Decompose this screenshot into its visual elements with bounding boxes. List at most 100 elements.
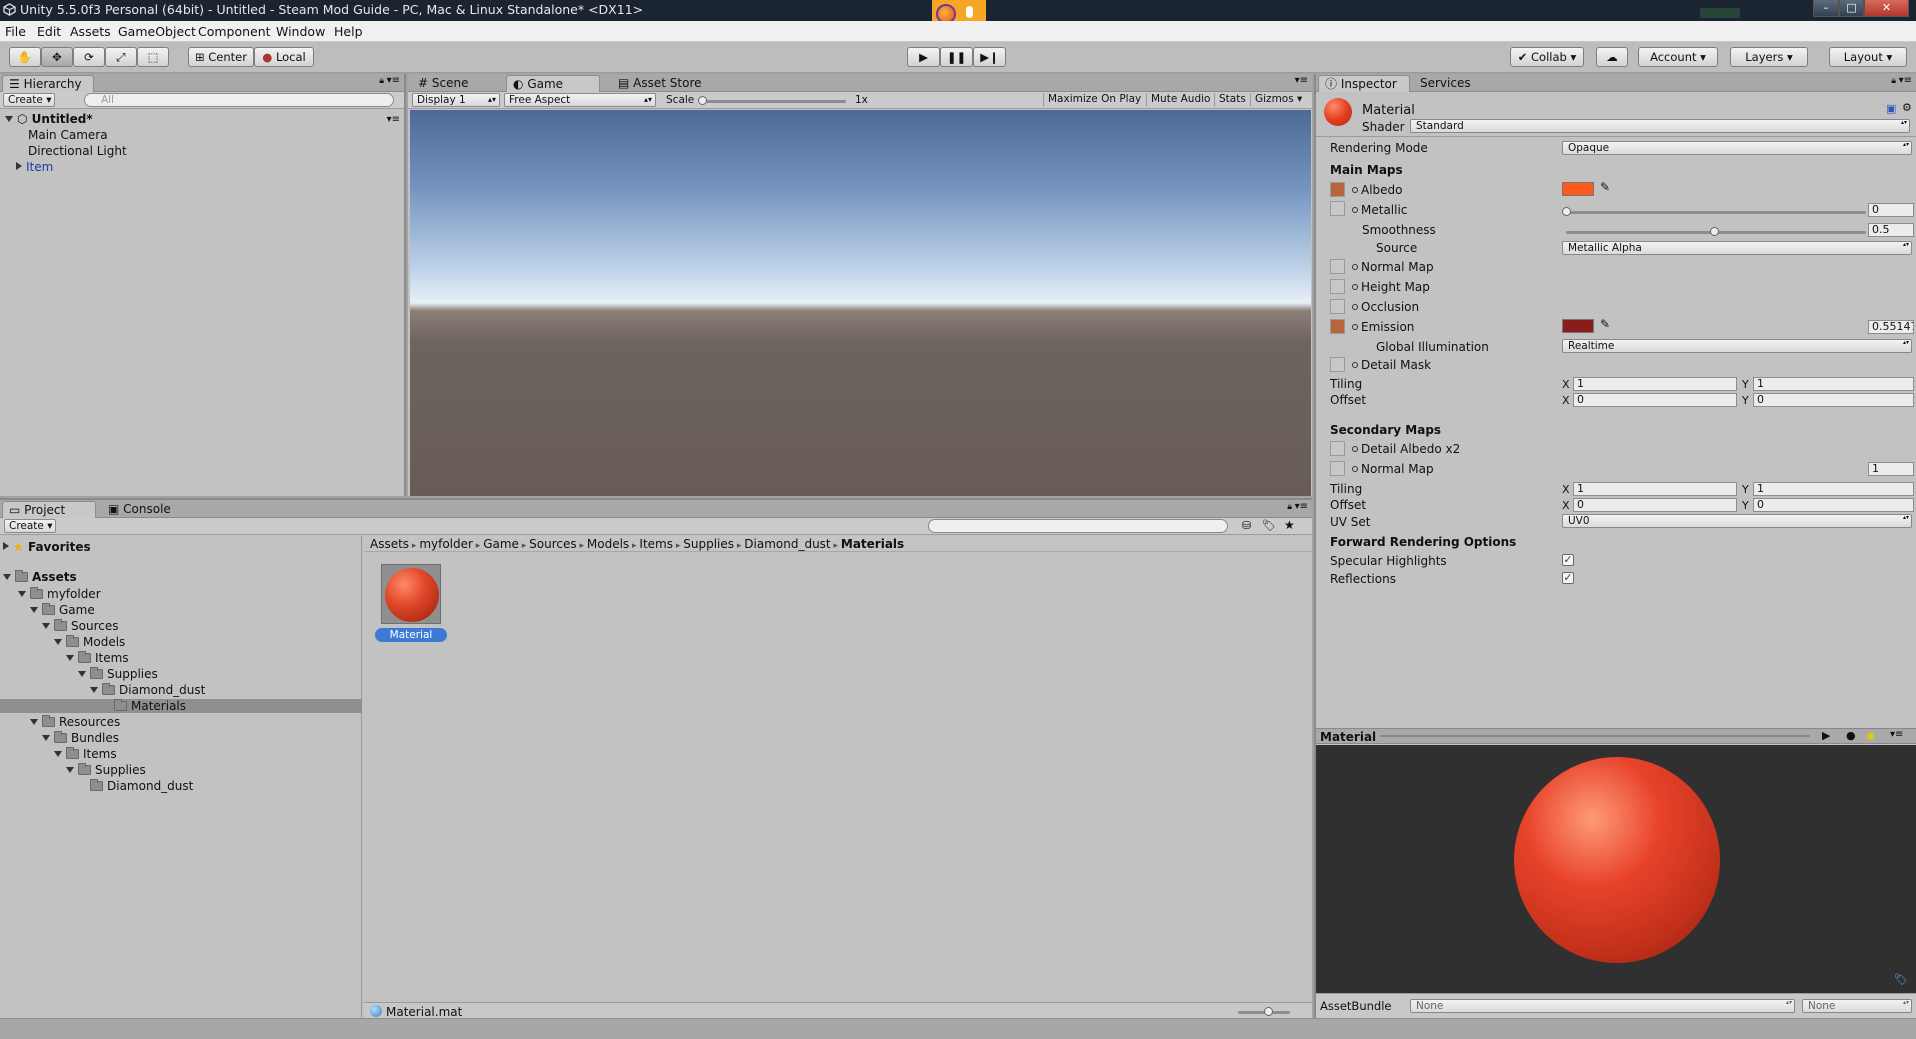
project-search-input[interactable] — [928, 519, 1228, 533]
global-illumination-dropdown[interactable]: Realtime — [1562, 339, 1912, 353]
collapse-icon[interactable] — [5, 116, 13, 122]
source-dropdown[interactable]: Metallic Alpha — [1562, 241, 1912, 255]
hierarchy-search-input[interactable]: All — [84, 93, 394, 107]
stats-toggle[interactable]: Stats — [1214, 93, 1250, 107]
project-create-dropdown[interactable]: Create ▾ — [4, 519, 56, 533]
secondary-normal-scale-field[interactable]: 1 — [1868, 462, 1914, 476]
metallic-texture-slot[interactable] — [1330, 201, 1345, 216]
lock-icon[interactable]: 🔒︎ — [1287, 502, 1292, 512]
object-picker-icon[interactable] — [1352, 362, 1358, 368]
tab-scene[interactable]: # Scene — [412, 75, 502, 92]
expand-icon[interactable] — [3, 542, 9, 550]
maximize-on-play-toggle[interactable]: Maximize On Play — [1043, 93, 1155, 107]
panel-menu-icon[interactable]: ▾≡ — [1295, 75, 1308, 86]
breadcrumb-item[interactable]: Supplies — [683, 537, 734, 551]
detail-albedo-texture-slot[interactable] — [1330, 441, 1345, 456]
hierarchy-create-dropdown[interactable]: Create ▾ — [3, 93, 55, 107]
folder-tree-item[interactable]: Models — [54, 635, 125, 649]
specular-highlights-checkbox[interactable]: ✓ — [1562, 554, 1574, 566]
settings-gear-icon[interactable]: ⚙ — [1902, 101, 1912, 114]
folder-tree-item[interactable]: Sources — [42, 619, 118, 633]
gizmos-dropdown[interactable]: Gizmos ▾ — [1250, 93, 1308, 107]
panel-menu-icon[interactable]: ▾≡ — [1899, 75, 1912, 86]
smoothness-slider-knob[interactable] — [1710, 227, 1719, 236]
shader-dropdown[interactable]: Standard — [1410, 119, 1910, 133]
eyedropper-icon[interactable]: ✎ — [1600, 317, 1610, 331]
menu-file[interactable]: File — [5, 24, 26, 39]
hierarchy-item-main-camera[interactable]: Main Camera — [28, 128, 108, 142]
tiling-x-field[interactable]: 1 — [1573, 377, 1737, 391]
account-dropdown[interactable]: Account ▾ — [1638, 47, 1718, 67]
offset-x-field[interactable]: 0 — [1573, 393, 1737, 407]
scale-slider[interactable] — [701, 100, 846, 103]
scene-menu-icon[interactable]: ▾≡ — [387, 114, 400, 125]
scene-root-row[interactable]: ⬡ Untitled* — [5, 112, 93, 126]
tab-game[interactable]: ◐ Game — [506, 75, 600, 92]
pivot-local-button[interactable]: ● Local — [254, 47, 314, 67]
collapse-icon[interactable] — [30, 719, 38, 725]
favorite-star-icon[interactable]: ★ — [1284, 518, 1295, 532]
folder-tree-item[interactable]: Bundles — [42, 731, 119, 745]
emission-texture-slot[interactable] — [1330, 319, 1345, 334]
scale-slider-knob[interactable] — [698, 96, 707, 105]
object-picker-icon[interactable] — [1352, 187, 1358, 193]
metallic-value-field[interactable]: 0 — [1868, 203, 1914, 217]
normal-map-texture-slot[interactable] — [1330, 259, 1345, 274]
scale-tool-button[interactable]: ⤢ — [105, 47, 137, 67]
lock-icon[interactable]: 🔒︎ — [379, 76, 384, 86]
tab-inspector[interactable]: ⓘ Inspector — [1318, 75, 1410, 92]
microphone-icon[interactable] — [966, 6, 973, 18]
assetbundle-dropdown[interactable]: None — [1410, 999, 1795, 1013]
assetbundle-variant-dropdown[interactable]: None — [1802, 999, 1912, 1013]
menu-assets[interactable]: Assets — [70, 24, 111, 39]
emission-color-swatch[interactable] — [1562, 319, 1594, 333]
object-picker-icon[interactable] — [1352, 207, 1358, 213]
tiling-y-field[interactable]: 1 — [1753, 377, 1914, 391]
collapse-icon[interactable] — [18, 591, 26, 597]
folder-tree-item[interactable]: Supplies — [78, 667, 158, 681]
emission-intensity-field[interactable]: 0.55147 — [1868, 320, 1914, 334]
albedo-texture-slot[interactable] — [1330, 182, 1345, 197]
tab-services[interactable]: Services — [1414, 75, 1484, 92]
lock-icon[interactable]: 🔒︎ — [1891, 76, 1896, 86]
step-button[interactable]: ▶❙ — [973, 47, 1006, 67]
albedo-color-swatch[interactable] — [1562, 182, 1594, 196]
folder-tree-item[interactable]: Game — [30, 603, 95, 617]
menu-gameobject[interactable]: GameObject — [118, 24, 196, 39]
breadcrumb-item[interactable]: Materials — [841, 537, 904, 551]
metallic-slider-knob[interactable] — [1562, 207, 1571, 216]
detail-mask-texture-slot[interactable] — [1330, 357, 1345, 372]
collapse-icon[interactable] — [78, 671, 86, 677]
asset-label[interactable]: Material — [375, 628, 447, 642]
assets-root-row[interactable]: Assets — [3, 570, 77, 584]
preview-play-icon[interactable]: ▶ — [1822, 729, 1830, 742]
menu-help[interactable]: Help — [334, 24, 363, 39]
display-dropdown[interactable]: Display 1 ▴▾ — [412, 93, 500, 107]
preview-sphere-icon[interactable]: ● — [1846, 729, 1856, 742]
tab-asset-store[interactable]: ▤ Asset Store — [612, 75, 712, 92]
folder-tree-item[interactable]: Diamond_dust — [78, 779, 193, 793]
object-picker-icon[interactable] — [1352, 446, 1358, 452]
secondary-offset-y-field[interactable]: 0 — [1753, 498, 1914, 512]
breadcrumb-item[interactable]: Assets — [370, 537, 409, 551]
rect-tool-button[interactable]: ⬚ — [137, 47, 169, 67]
collab-dropdown[interactable]: ✔ Collab ▾ — [1510, 47, 1584, 67]
tab-hierarchy[interactable]: ☰ Hierarchy — [2, 75, 94, 92]
maximize-button[interactable]: □ — [1839, 0, 1864, 17]
collapse-icon[interactable] — [54, 751, 62, 757]
preview-header[interactable]: Material ▶ ● ◉ ▾≡ — [1316, 728, 1916, 744]
collapse-icon[interactable] — [90, 687, 98, 693]
folder-tree-item[interactable]: Resources — [30, 715, 120, 729]
asset-tile-material[interactable]: Material — [373, 564, 447, 644]
preview-viewport[interactable]: 🏷︎ — [1316, 745, 1916, 993]
rotate-tool-button[interactable]: ⟳ — [73, 47, 105, 67]
collapse-icon[interactable] — [66, 655, 74, 661]
collapse-icon[interactable] — [42, 623, 50, 629]
drag-handle[interactable] — [1380, 735, 1810, 737]
breadcrumb-item[interactable]: Items — [639, 537, 673, 551]
menu-window[interactable]: Window — [276, 24, 325, 39]
reflections-checkbox[interactable]: ✓ — [1562, 572, 1574, 584]
offset-y-field[interactable]: 0 — [1753, 393, 1914, 407]
menu-edit[interactable]: Edit — [37, 24, 61, 39]
filter-label-icon[interactable]: 🏷︎ — [1262, 519, 1276, 532]
